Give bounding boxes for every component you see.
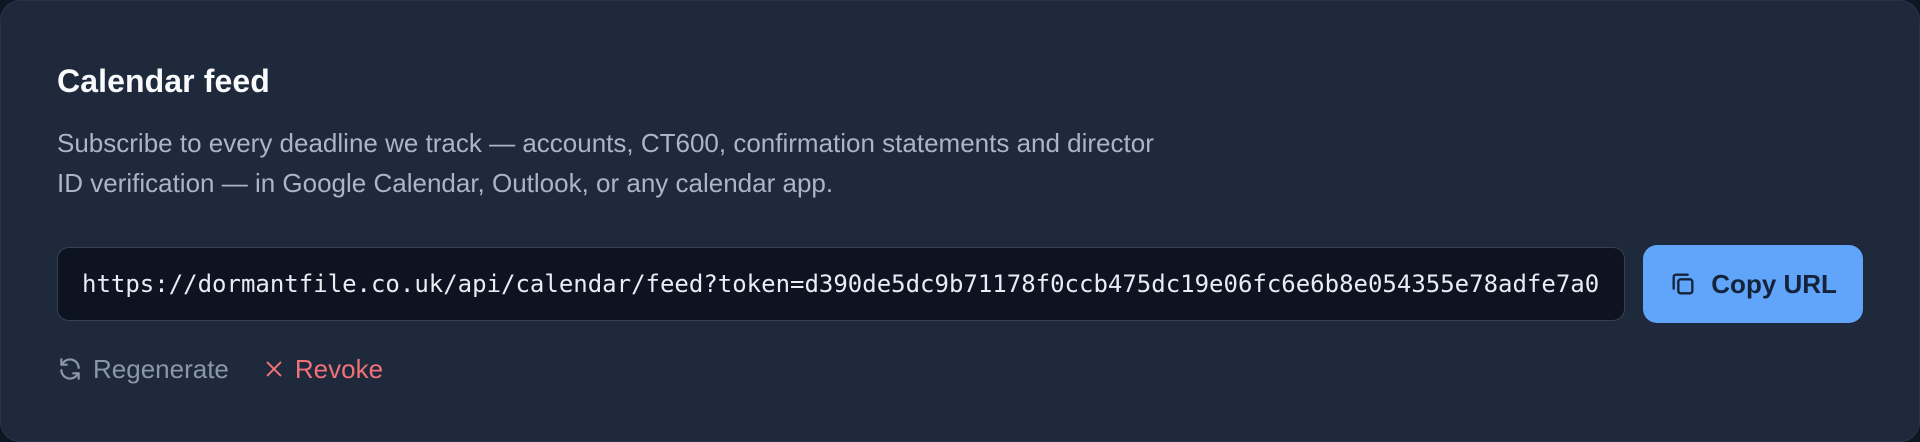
- copy-icon: [1669, 270, 1697, 298]
- revoke-button[interactable]: Revoke: [263, 354, 383, 385]
- copy-url-button[interactable]: Copy URL: [1643, 245, 1863, 323]
- card-description: Subscribe to every deadline we track — a…: [57, 128, 1154, 198]
- regenerate-label: Regenerate: [93, 353, 229, 384]
- feed-actions: Regenerate Revoke: [57, 349, 1863, 389]
- close-icon: [263, 358, 285, 380]
- feed-url-input[interactable]: [57, 247, 1626, 321]
- copy-url-label: Copy URL: [1711, 268, 1837, 299]
- revoke-label: Revoke: [294, 353, 384, 384]
- card-title: Calendar feed: [57, 63, 270, 99]
- feed-url-row: Copy URL: [57, 245, 1863, 323]
- calendar-feed-card: Calendar feed Subscribe to every deadlin…: [0, 0, 1920, 442]
- refresh-icon: [57, 356, 83, 382]
- regenerate-button[interactable]: Regenerate: [57, 354, 229, 385]
